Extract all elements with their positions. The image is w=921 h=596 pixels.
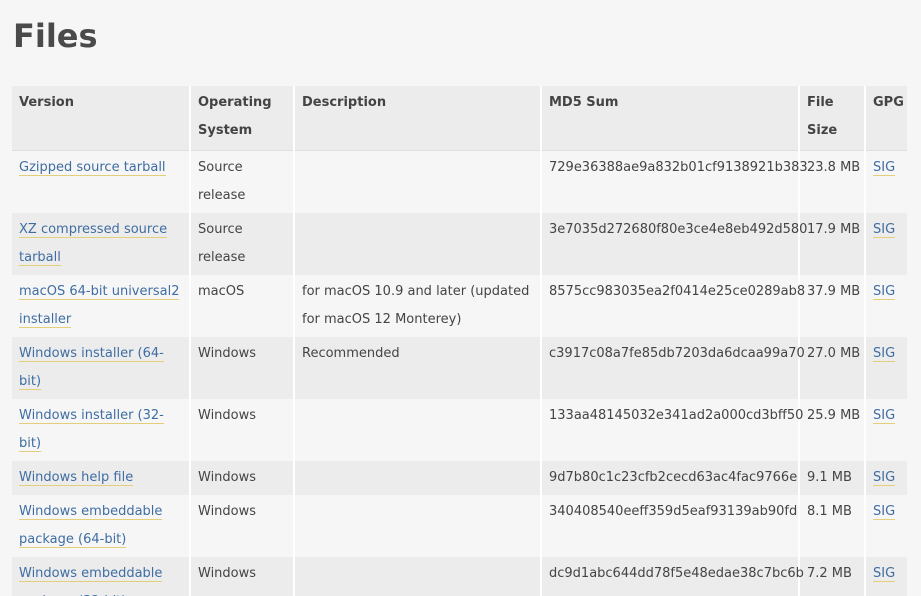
cell-md5-sum: 729e36388ae9a832b01cf9138921b383 (541, 150, 808, 213)
sig-link[interactable]: SIG (873, 222, 896, 238)
cell-operating-system: Windows (190, 557, 295, 596)
cell-file-size: 9.1 MB (799, 461, 866, 495)
cell-file-size: 27.0 MB (799, 337, 866, 399)
cell-md5-sum: dc9d1abc644dd78f5e48edae38c7bc6b (541, 557, 804, 596)
table-row: XZ compressed source tarball Source rele… (12, 213, 907, 275)
cell-file-size: 17.9 MB (799, 213, 866, 275)
cell-gpg: SIG (865, 495, 907, 557)
table-row: macOS 64-bit universal2 installer macOS … (12, 275, 907, 337)
download-link[interactable]: Windows embeddable package (32-bit) (19, 566, 163, 596)
cell-gpg: SIG (865, 337, 907, 399)
download-link[interactable]: macOS 64-bit universal2 installer (19, 284, 180, 328)
cell-description (294, 399, 542, 461)
download-link[interactable]: Gzipped source tarball (19, 160, 166, 176)
sig-link[interactable]: SIG (873, 408, 896, 424)
cell-file-size: 25.9 MB (799, 399, 866, 461)
cell-file-size: 7.2 MB (799, 557, 866, 596)
cell-description (294, 461, 542, 495)
cell-gpg: SIG (865, 399, 907, 461)
cell-version: macOS 64-bit universal2 installer (12, 275, 191, 337)
header-operating-system: Operating System (190, 86, 295, 151)
cell-gpg: SIG (865, 150, 907, 213)
cell-operating-system: Source release (190, 150, 295, 213)
sig-link[interactable]: SIG (873, 504, 896, 520)
cell-version: XZ compressed source tarball (12, 213, 191, 275)
cell-operating-system: Windows (190, 461, 295, 495)
download-link[interactable]: Windows installer (64-bit) (19, 346, 164, 390)
cell-md5-sum: c3917c08a7fe85db7203da6dcaa99a70 (541, 337, 805, 399)
header-file-size: File Size (799, 86, 866, 151)
header-description: Description (294, 86, 542, 151)
download-link[interactable]: Windows installer (32-bit) (19, 408, 164, 452)
sig-link[interactable]: SIG (873, 566, 896, 582)
header-row: Version Operating System Description MD5… (12, 86, 907, 151)
cell-version: Windows help file (12, 461, 191, 495)
header-md5-sum: MD5 Sum (541, 86, 800, 151)
cell-file-size: 23.8 MB (799, 150, 866, 213)
cell-md5-sum: 8575cc983035ea2f0414e25ce0289ab8 (541, 275, 805, 337)
table-row: Windows embeddable package (64-bit) Wind… (12, 495, 907, 557)
cell-version: Windows installer (32-bit) (12, 399, 191, 461)
cell-operating-system: Windows (190, 495, 295, 557)
files-table-body: Gzipped source tarball Source release 72… (12, 150, 907, 596)
cell-version: Windows installer (64-bit) (12, 337, 191, 399)
cell-file-size: 8.1 MB (799, 495, 866, 557)
cell-operating-system: Windows (190, 399, 295, 461)
sig-link[interactable]: SIG (873, 346, 896, 362)
cell-description (294, 213, 542, 275)
sig-link[interactable]: SIG (873, 470, 896, 486)
cell-description (294, 557, 542, 596)
cell-md5-sum: 3e7035d272680f80e3ce4e8eb492d580 (541, 213, 807, 275)
cell-md5-sum: 133aa48145032e341ad2a000cd3bff50 (541, 399, 803, 461)
cell-version: Windows embeddable package (64-bit) (12, 495, 191, 557)
sig-link[interactable]: SIG (873, 284, 896, 300)
page-title: Files (13, 17, 98, 55)
cell-gpg: SIG (865, 213, 907, 275)
cell-version: Windows embeddable package (32-bit) (12, 557, 191, 596)
cell-gpg: SIG (865, 461, 907, 495)
cell-md5-sum: 9d7b80c1c23cfb2cecd63ac4fac9766e (541, 461, 800, 495)
table-row: Windows help file Windows 9d7b80c1c23cfb… (12, 461, 907, 495)
table-row: Gzipped source tarball Source release 72… (12, 150, 907, 213)
cell-operating-system: Source release (190, 213, 295, 275)
cell-description (294, 495, 542, 557)
cell-file-size: 37.9 MB (799, 275, 866, 337)
sig-link[interactable]: SIG (873, 160, 896, 176)
table-row: Windows embeddable package (32-bit) Wind… (12, 557, 907, 596)
cell-description: Recommended (294, 337, 542, 399)
download-link[interactable]: Windows help file (19, 470, 134, 486)
cell-description (294, 150, 542, 213)
cell-operating-system: Windows (190, 337, 295, 399)
table-row: Windows installer (32-bit) Windows 133aa… (12, 399, 907, 461)
table-row: Windows installer (64-bit) Windows Recom… (12, 337, 907, 399)
cell-gpg: SIG (865, 557, 907, 596)
download-link[interactable]: XZ compressed source tarball (19, 222, 168, 266)
cell-description: for macOS 10.9 and later (updated for ma… (294, 275, 542, 337)
header-version: Version (12, 86, 191, 151)
cell-gpg: SIG (865, 275, 907, 337)
cell-version: Gzipped source tarball (12, 150, 191, 213)
cell-md5-sum: 340408540eeff359d5eaf93139ab90fd (541, 495, 800, 557)
files-table: Version Operating System Description MD5… (12, 86, 907, 596)
cell-operating-system: macOS (190, 275, 295, 337)
files-table-header: Version Operating System Description MD5… (12, 86, 907, 151)
download-link[interactable]: Windows embeddable package (64-bit) (19, 504, 163, 548)
header-gpg: GPG (865, 86, 907, 151)
